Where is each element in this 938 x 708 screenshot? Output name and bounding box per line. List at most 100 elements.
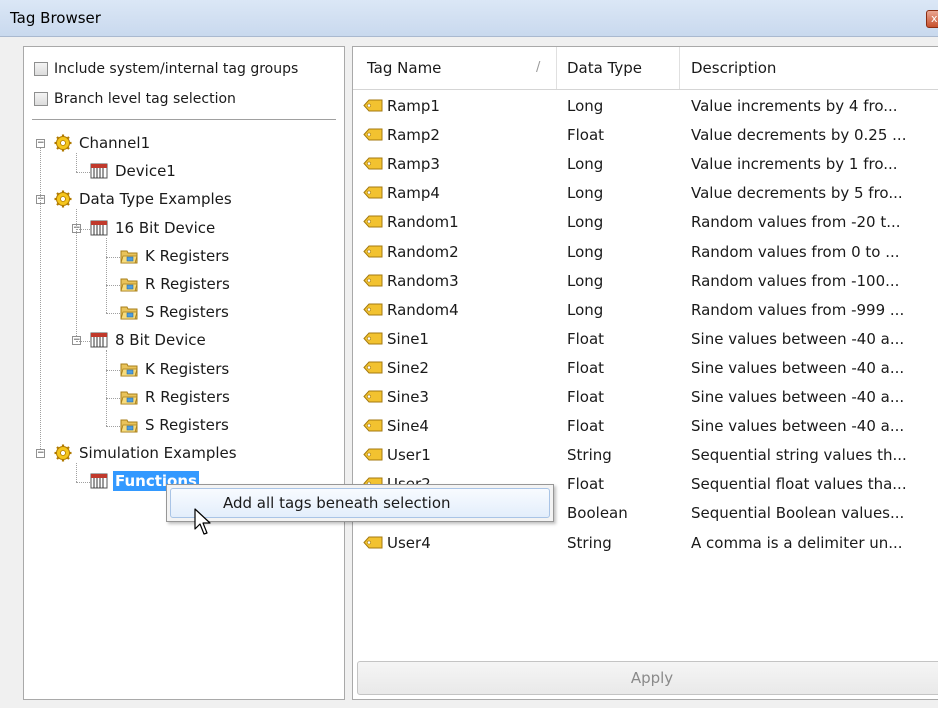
tree-connector [106, 397, 120, 399]
description-cell: Value increments by 4 fro... [691, 97, 898, 115]
tag-icon [363, 128, 383, 141]
table-header: Tag Name / Data Type Description [353, 47, 938, 90]
close-icon: x [931, 12, 938, 25]
tag-name-cell: Sine1 [387, 329, 429, 348]
include-system-label: Include system/internal tag groups [54, 61, 299, 77]
tree-node-r-registers[interactable]: R Registers [120, 385, 232, 409]
collapse-icon[interactable]: − [36, 449, 45, 459]
tag-group-folder-icon [120, 416, 138, 434]
column-divider[interactable] [556, 47, 557, 89]
table-row[interactable]: Ramp1 Long Value increments by 4 fro... [353, 91, 938, 121]
tree-node-k-registers[interactable]: K Registers [120, 357, 231, 381]
column-divider[interactable] [679, 47, 680, 89]
tag-name-cell: Sine3 [387, 388, 429, 406]
channel-gear-icon [54, 190, 72, 208]
apply-button[interactable]: Apply [357, 661, 938, 695]
table-row[interactable]: Ramp2 Float Value decrements by 0.25 ... [353, 120, 938, 150]
tree-node-s-registers[interactable]: S Registers [120, 300, 231, 324]
menu-item-label: Add all tags beneath selection [223, 494, 451, 512]
tree-connector [76, 482, 90, 484]
description-cell: Sine values between -40 a... [691, 417, 905, 436]
table-row[interactable]: Sine1 Float Sine values between -40 a... [353, 324, 938, 354]
tag-name-cell: Sine4 [387, 417, 429, 436]
data-type-cell: Long [567, 155, 604, 174]
tag-group-folder-icon [120, 247, 138, 265]
tree-node-label: Channel1 [79, 134, 151, 152]
options-divider [32, 119, 336, 120]
close-button[interactable]: x [926, 10, 938, 28]
tag-name-cell: Ramp2 [387, 126, 440, 145]
table-row[interactable]: Random4 Long Random values from -999 ... [353, 295, 938, 325]
table-row[interactable]: Sine4 Float Sine values between -40 a... [353, 411, 938, 441]
data-type-cell: Float [567, 358, 605, 377]
tree-node-label: R Registers [145, 387, 230, 406]
table-row[interactable]: Ramp3 Long Value increments by 1 fro... [353, 149, 938, 179]
branch-level-label: Branch level tag selection [54, 91, 236, 107]
tag-name-cell: Ramp4 [387, 184, 440, 203]
table-row[interactable]: User1 String Sequential string values th..… [353, 440, 938, 470]
tree-connector [76, 172, 90, 174]
title-bar: Tag Browser x [0, 0, 938, 37]
tag-group-folder-icon [120, 388, 138, 406]
table-row[interactable]: Sine3 Float Sine values between -40 a... [353, 382, 938, 412]
tag-icon [363, 419, 383, 432]
mouse-pointer-icon [194, 508, 211, 535]
tag-name-cell: Ramp3 [387, 155, 440, 174]
device-icon [90, 219, 108, 237]
menu-item-add-all-tags[interactable]: Add all tags beneath selection [170, 488, 550, 518]
tree-node-label: R Registers [145, 275, 230, 293]
tree-connector [106, 426, 120, 427]
tree-node-label: 8 Bit Device [115, 331, 206, 350]
tree-node-k-registers[interactable]: K Registers [120, 244, 231, 268]
column-header-tag-name[interactable]: Tag Name [367, 59, 441, 77]
tree-node-label: S Registers [145, 416, 229, 434]
data-type-cell: Long [567, 213, 604, 232]
tag-icon [363, 186, 383, 199]
device-icon [90, 162, 108, 180]
tree-connector [40, 148, 41, 450]
table-row[interactable]: Random2 Long Random values from 0 to ... [353, 237, 938, 267]
column-header-data-type[interactable]: Data Type [567, 59, 642, 77]
table-row[interactable]: User4 String A comma is a delimiter un... [353, 528, 938, 558]
description-cell: Random values from -999 ... [691, 300, 905, 319]
tree-node-label: Device1 [115, 162, 176, 181]
sort-indicator-icon: / [536, 60, 541, 75]
branch-level-checkbox[interactable] [34, 92, 48, 106]
tree-connector [106, 313, 120, 315]
tree-node-label: Simulation Examples [79, 444, 237, 463]
description-cell: Random values from 0 to ... [691, 242, 900, 261]
tree-node-s-registers[interactable]: S Registers [120, 413, 231, 437]
tree-node-channel1[interactable]: Channel1 [54, 131, 152, 155]
tag-name-cell: Sine2 [387, 358, 429, 377]
tag-group-folder-icon [120, 360, 138, 378]
table-row[interactable]: Random3 Long Random values from -100... [353, 266, 938, 296]
tag-icon [363, 303, 383, 316]
tree-node-8-bit-device[interactable]: 8 Bit Device [90, 328, 208, 352]
data-type-cell: Float [567, 475, 605, 494]
branch-level-option[interactable]: Branch level tag selection [34, 88, 236, 110]
tree-node-data-type-examples[interactable]: Data Type Examples [54, 187, 234, 211]
device-icon [90, 472, 108, 490]
collapse-icon[interactable]: − [36, 139, 45, 148]
column-header-description[interactable]: Description [691, 59, 776, 77]
device-icon [90, 331, 108, 349]
tree-node-label: Data Type Examples [79, 190, 232, 209]
channel-gear-icon [54, 444, 72, 462]
table-row[interactable]: Sine2 Float Sine values between -40 a... [353, 353, 938, 383]
description-cell: Sequential float values tha... [691, 475, 907, 494]
tag-icon [363, 332, 383, 345]
table-row[interactable]: Ramp4 Long Value decrements by 5 fro... [353, 178, 938, 208]
tree-node-device1[interactable]: Device1 [90, 159, 178, 183]
tag-name-cell: User4 [387, 533, 431, 552]
tree-connector [106, 350, 107, 426]
tag-icon [363, 448, 383, 461]
tree-node-16-bit-device[interactable]: 16 Bit Device [90, 216, 217, 240]
tag-list-panel: Tag Name / Data Type Description Ramp1 Lo… [352, 46, 938, 700]
include-system-option[interactable]: Include system/internal tag groups [34, 58, 298, 80]
tag-icon [363, 361, 383, 374]
tree-node-simulation-examples[interactable]: Simulation Examples [54, 441, 239, 465]
tree-node-r-registers[interactable]: R Registers [120, 272, 232, 296]
include-system-checkbox[interactable] [34, 62, 48, 76]
tag-icon [363, 274, 383, 287]
table-row[interactable]: Random1 Long Random values from -20 t... [353, 207, 938, 237]
